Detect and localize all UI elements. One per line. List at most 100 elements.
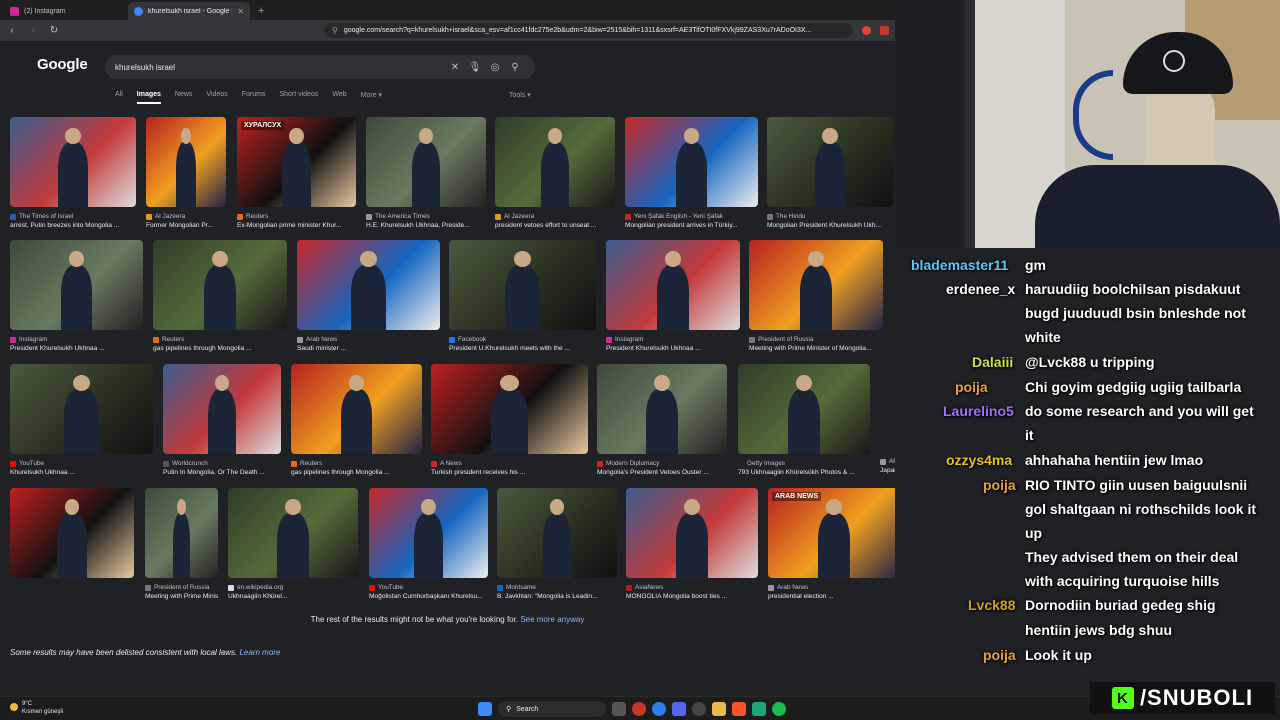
image-result-thumbnail[interactable]: ARAB NEWS [768, 488, 895, 578]
windows-start-icon[interactable] [478, 702, 492, 716]
tools-button[interactable]: Tools ▾ [509, 91, 531, 99]
extension-icon[interactable] [862, 26, 871, 35]
image-result-caption[interactable]: AsiaNews MONGOLIA Mongolia boost ties ... [626, 583, 758, 601]
image-result-thumbnail[interactable] [767, 117, 893, 207]
image-result-caption[interactable]: Arab News Saudi minister ... [297, 335, 440, 353]
source-favicon-icon [449, 336, 455, 343]
image-result-thumbnail[interactable] [738, 364, 870, 454]
image-result-thumbnail[interactable] [145, 488, 218, 578]
discord-icon[interactable] [672, 702, 686, 716]
folder-icon[interactable] [712, 702, 726, 716]
chrome-icon[interactable] [652, 702, 666, 716]
reload-icon[interactable]: ↻ [48, 25, 60, 36]
image-result-caption[interactable]: Facebook President U.Khurelsukh meets wit… [449, 335, 596, 353]
result-source: Al Jazeera [495, 212, 615, 221]
search-box[interactable]: ✕ 🎙 ◎ ⚲ [105, 55, 535, 79]
image-result-thumbnail[interactable] [449, 240, 596, 330]
image-result-thumbnail[interactable] [228, 488, 358, 578]
image-result-caption[interactable]: Al Jazeera president vetoes effort to uns… [495, 212, 615, 230]
learn-more-link[interactable]: Learn more [239, 648, 280, 657]
tab-forums[interactable]: Forums [242, 91, 266, 104]
image-result-thumbnail[interactable] [369, 488, 488, 578]
person-figure [176, 142, 196, 207]
image-result-caption[interactable]: Montsame B. Javkhlan: "Mongolia is Leadin… [497, 583, 617, 601]
image-result-caption[interactable]: The Times of Israel arrest, Putin breezes… [10, 212, 136, 230]
image-result-thumbnail[interactable] [626, 488, 758, 578]
result-source: Reuters [237, 212, 356, 221]
image-result-thumbnail[interactable] [749, 240, 883, 330]
back-icon[interactable]: ‹ [6, 25, 18, 36]
image-result-caption[interactable]: en.wikipedia.org Ukhnaagiin Khürel... [228, 583, 358, 601]
site-info-icon[interactable]: ⚲ [332, 26, 338, 35]
camera-icon[interactable]: ◎ [485, 62, 505, 73]
clear-icon[interactable]: ✕ [445, 62, 465, 73]
image-result-thumbnail[interactable]: ХУРАЛСУХ [237, 117, 356, 207]
image-result-thumbnail[interactable] [625, 117, 758, 207]
image-result-caption[interactable]: The America Times H.E. Khurelsukh Ukhnaa,… [366, 212, 486, 230]
image-result-caption[interactable]: Al Jazeera Former Mongolian Pr... [146, 212, 226, 230]
tab-google-search[interactable]: khurelsukh israel - Google Search ✕ [128, 2, 250, 20]
extension-icon[interactable] [880, 26, 889, 35]
google-logo[interactable]: Google [37, 56, 88, 73]
brave-icon[interactable] [732, 702, 746, 716]
image-result-caption[interactable]: President of Russia Meeting with Prime Mi… [749, 335, 883, 353]
image-result-caption[interactable]: Instagram President Khurelsukh Ukhnaa ... [606, 335, 740, 353]
image-result-caption[interactable]: Getty Images 793 Ukhnaagiin Khürelsükh Ph… [738, 459, 870, 477]
image-result-thumbnail[interactable] [495, 117, 615, 207]
spotify-icon[interactable] [772, 702, 786, 716]
settings-icon[interactable] [692, 702, 706, 716]
source-favicon-icon [237, 213, 243, 220]
image-result-caption[interactable]: Reuters gas pipelines through Mongolia ..… [153, 335, 287, 353]
tab-web[interactable]: Web [332, 91, 346, 104]
new-tab-button[interactable]: + [252, 2, 270, 20]
image-result-caption[interactable]: Reuters gas pipelines through Mongolia ..… [291, 459, 422, 477]
image-result-thumbnail[interactable] [297, 240, 440, 330]
image-result-thumbnail[interactable] [146, 117, 226, 207]
person-head [421, 498, 436, 515]
image-result-caption[interactable]: The Hindu Mongolian President Khurelsukh … [767, 212, 893, 230]
image-result-thumbnail[interactable] [291, 364, 422, 454]
app-icon[interactable] [752, 702, 766, 716]
image-result-caption[interactable]: Instagram President Khurelsukh Ukhnaa ... [10, 335, 143, 353]
image-result-caption[interactable]: Arab News presidential election ... [768, 583, 895, 601]
microphone-icon[interactable]: 🎙 [465, 62, 485, 73]
image-result-thumbnail[interactable] [431, 364, 588, 454]
image-result-thumbnail[interactable] [153, 240, 287, 330]
taskbar-search[interactable]: ⚲ Search [498, 701, 606, 717]
search-input[interactable] [115, 62, 445, 72]
tab-short-videos[interactable]: Short videos [279, 91, 318, 104]
task-view-icon[interactable] [612, 702, 626, 716]
see-more-link[interactable]: See more anyway [520, 615, 584, 624]
search-icon[interactable]: ⚲ [505, 62, 525, 73]
image-result-thumbnail[interactable] [10, 117, 136, 207]
image-result-caption[interactable]: YouTube Moğolistan Cumhurbaşkanı Khurelsu… [369, 583, 488, 601]
image-result-thumbnail[interactable] [497, 488, 617, 578]
forward-icon[interactable]: › [27, 25, 39, 36]
image-result-caption[interactable]: ARAB NEWSJapanese Emperor Naruhito meets… [880, 457, 895, 475]
tab-news[interactable]: News [175, 91, 193, 104]
image-result-caption[interactable]: President of Russia Meeting with Prime Mi… [145, 583, 218, 601]
tab-videos[interactable]: Videos [206, 91, 227, 104]
tab-instagram[interactable]: (2) Instagram [4, 2, 126, 20]
image-result-thumbnail[interactable] [10, 488, 134, 578]
image-result-caption[interactable]: Modern Diplomacy Mongolia's President Vet… [597, 459, 727, 477]
image-result-thumbnail[interactable] [366, 117, 486, 207]
image-result-thumbnail[interactable] [606, 240, 740, 330]
image-result-caption[interactable]: Yeni Şafak English - Yeni Şafak Mongolian… [625, 212, 758, 230]
url-field[interactable]: ⚲ google.com/search?q=khurelsukh+israel&… [324, 23, 853, 38]
opera-icon[interactable] [632, 702, 646, 716]
tab-more[interactable]: More ▾ [361, 91, 382, 104]
image-result-caption[interactable]: YouTube Khurelsukh Ukhnaa ... [10, 459, 153, 477]
image-result-thumbnail[interactable] [163, 364, 281, 454]
tab-all[interactable]: All [115, 91, 123, 104]
weather-widget[interactable]: 9°C Kısmen güneşli [10, 700, 63, 716]
close-tab-icon[interactable]: ✕ [237, 7, 244, 16]
image-result-thumbnail[interactable] [10, 240, 143, 330]
image-result-thumbnail[interactable] [597, 364, 727, 454]
image-result-caption[interactable]: Worldcrunch Putin In Mongolia, Or The Dea… [163, 459, 281, 477]
image-result-thumbnail[interactable] [10, 364, 153, 454]
result-title: President U.Khurelsukh meets with the ..… [449, 345, 570, 352]
image-result-caption[interactable]: A News Turkish president receives his ... [431, 459, 588, 477]
image-result-caption[interactable]: Reuters Ex-Mongolian prime minister Khur.… [237, 212, 356, 230]
tab-images[interactable]: Images [136, 91, 161, 104]
